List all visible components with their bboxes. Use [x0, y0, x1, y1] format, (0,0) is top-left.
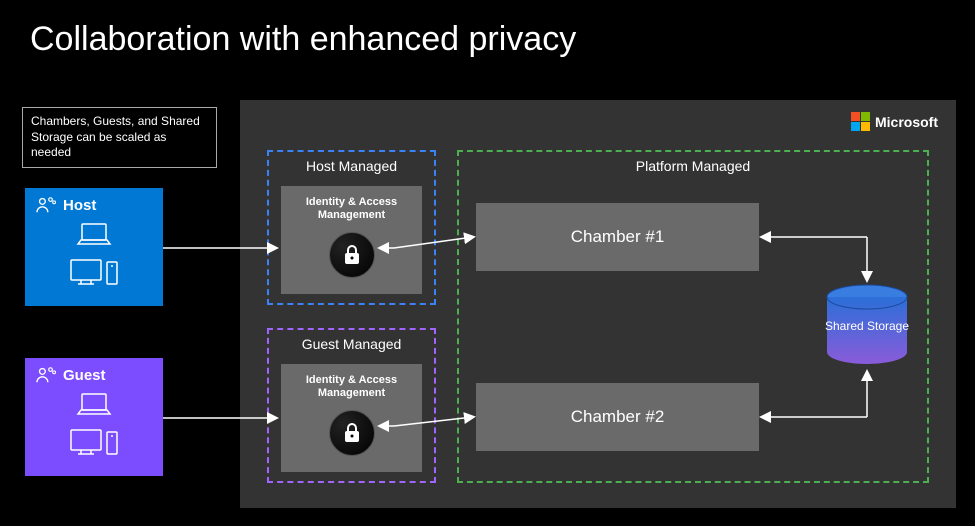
guest-iam-label: Identity & Access Management	[281, 374, 422, 400]
scaling-note: Chambers, Guests, and Shared Storage can…	[22, 107, 217, 168]
microsoft-logo: Microsoft	[851, 112, 938, 131]
page-title: Collaboration with enhanced privacy	[0, 0, 975, 59]
guest-iam-box: Identity & Access Management	[281, 364, 422, 472]
guest-label: Guest	[63, 367, 106, 384]
platform-managed-label: Platform Managed	[459, 158, 927, 174]
guest-entity: Guest	[25, 358, 163, 476]
guest-managed-label: Guest Managed	[269, 330, 434, 352]
chamber-1: Chamber #1	[476, 203, 759, 271]
people-icon	[35, 196, 57, 214]
desktop-icon	[67, 256, 121, 288]
storage-label: Shared Storage	[822, 319, 912, 333]
desktop-icon	[67, 426, 121, 458]
shared-storage: Shared Storage	[822, 283, 912, 378]
lock-icon	[329, 232, 375, 278]
host-entity: Host	[25, 188, 163, 306]
lock-icon	[329, 410, 375, 456]
brand-label: Microsoft	[875, 114, 938, 130]
laptop-icon	[74, 220, 114, 250]
host-iam-label: Identity & Access Management	[281, 196, 422, 222]
people-icon	[35, 366, 57, 384]
host-iam-box: Identity & Access Management	[281, 186, 422, 294]
microsoft-icon	[851, 112, 870, 131]
host-managed-label: Host Managed	[269, 152, 434, 174]
host-label: Host	[63, 197, 96, 214]
host-managed-box: Host Managed Identity & Access Managemen…	[267, 150, 436, 305]
laptop-icon	[74, 390, 114, 420]
chamber-2: Chamber #2	[476, 383, 759, 451]
guest-managed-box: Guest Managed Identity & Access Manageme…	[267, 328, 436, 483]
